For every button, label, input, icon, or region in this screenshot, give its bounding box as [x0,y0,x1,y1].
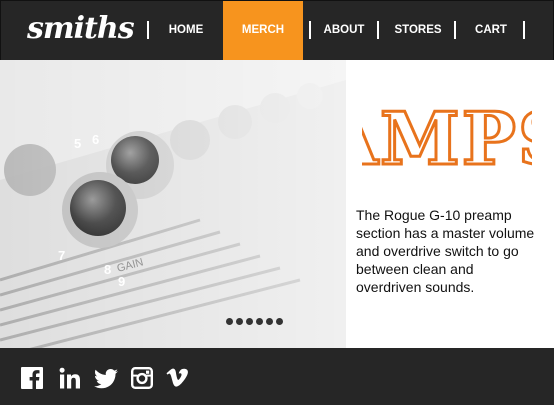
nav-merch[interactable]: MERCH [223,1,303,61]
nav-separator [309,21,311,39]
vimeo-icon[interactable] [166,367,188,389]
slider-dot[interactable] [266,318,273,325]
slider-dots [226,318,283,326]
nav-stores[interactable]: STORES [385,1,451,61]
nav-separator [523,21,525,39]
nav-cart[interactable]: CART [463,1,519,61]
amplifier-photo: 5 6 8 9 7 GAIN [0,60,346,348]
slider-dot[interactable] [276,318,283,325]
instagram-icon[interactable] [131,367,153,389]
amps-title-text: AMPS [362,96,532,181]
slider-dot[interactable] [246,318,253,325]
site-footer [0,348,554,405]
linkedin-icon[interactable] [59,367,81,389]
feature-description: The Rogue G-10 preamp section has a mast… [356,207,535,295]
twitter-icon[interactable] [94,367,118,389]
amps-title: AMPS [362,95,532,183]
slider-dot[interactable] [256,318,263,325]
nav-home[interactable]: HOME [159,1,213,61]
site-header: smiths HOME MERCH ABOUT STORES CART [0,0,554,61]
nav-separator [147,21,149,39]
nav-separator [454,21,456,39]
nav-separator [377,21,379,39]
facebook-icon[interactable] [21,367,43,389]
hero-slide-image: 5 6 8 9 7 GAIN [0,60,346,348]
slider-dot[interactable] [236,318,243,325]
nav-about[interactable]: ABOUT [315,1,373,61]
smiths-logo[interactable]: smiths [27,10,135,48]
slider-dot[interactable] [226,318,233,325]
